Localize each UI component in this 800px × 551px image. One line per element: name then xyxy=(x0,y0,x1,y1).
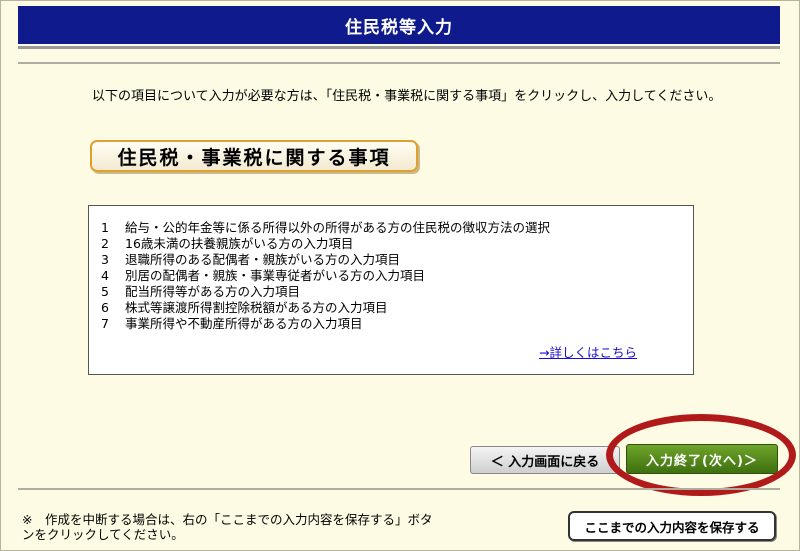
list-item-text: 配当所得等がある方の入力項目 xyxy=(125,284,301,299)
intro-text: 以下の項目について入力が必要な方は、「住民税・事業税に関する事項」をクリックし、… xyxy=(92,89,722,104)
list-item-text: 退職所得のある配偶者・親族がいる方の入力項目 xyxy=(125,252,401,267)
list-item-number: 2 xyxy=(101,236,109,251)
list-item: 6 株式等譲渡所得割控除税額がある方の入力項目 xyxy=(101,300,693,316)
page-title: 住民税等入力 xyxy=(345,17,453,38)
list-item-number: 5 xyxy=(101,284,109,299)
list-item-text: 16歳未満の扶養親族がいる方の入力項目 xyxy=(125,236,354,251)
resident-tax-section-label: 住民税・事業税に関する事項 xyxy=(117,146,391,169)
title-underline xyxy=(18,46,780,49)
list-item-text: 事業所得や不動産所得がある方の入力項目 xyxy=(125,316,363,331)
list-item: 3 退職所得のある配偶者・親族がいる方の入力項目 xyxy=(101,252,693,268)
info-item-list: 1 給与・公的年金等に係る所得以外の所得がある方の住民税の徴収方法の選択 2 16歳… xyxy=(101,220,693,332)
save-progress-label: ここまでの入力内容を保存する xyxy=(584,519,760,535)
info-box: 1 給与・公的年金等に係る所得以外の所得がある方の住民税の徴収方法の選択 2 16歳… xyxy=(88,205,694,375)
list-item-text: 株式等譲渡所得割控除税額がある方の入力項目 xyxy=(125,300,388,315)
list-item: 7 事業所得や不動産所得がある方の入力項目 xyxy=(101,316,693,332)
list-item-number: 7 xyxy=(101,316,109,331)
back-to-input-button[interactable]: ＜ 入力画面に戻る xyxy=(470,446,620,474)
page-title-bar: 住民税等入力 xyxy=(18,6,780,44)
list-item-text: 給与・公的年金等に係る所得以外の所得がある方の住民税の徴収方法の選択 xyxy=(125,220,551,235)
top-divider xyxy=(18,62,780,64)
list-item-number: 3 xyxy=(101,252,109,267)
save-progress-button[interactable]: ここまでの入力内容を保存する xyxy=(568,511,776,541)
list-item-text: 別居の配偶者・親族・事業専従者がいる方の入力項目 xyxy=(125,268,426,283)
list-item-number: 4 xyxy=(101,268,109,283)
back-to-input-label: ＜ 入力画面に戻る xyxy=(490,454,600,470)
list-item: 1 給与・公的年金等に係る所得以外の所得がある方の住民税の徴収方法の選択 xyxy=(101,220,693,236)
finish-input-next-label: 入力終了(次へ)＞ xyxy=(646,453,758,469)
list-item: 2 16歳未満の扶養親族がいる方の入力項目 xyxy=(101,236,693,252)
save-note-text: ※ 作成を中断する場合は、右の「ここまでの入力内容を保存する」ボタンをクリックし… xyxy=(22,512,433,542)
list-item-number: 1 xyxy=(101,220,109,235)
finish-input-next-button[interactable]: 入力終了(次へ)＞ xyxy=(626,444,778,474)
bottom-divider xyxy=(18,488,780,490)
list-item: 5 配当所得等がある方の入力項目 xyxy=(101,284,693,300)
list-item: 4 別居の配偶者・親族・事業専従者がいる方の入力項目 xyxy=(101,268,693,284)
list-item-number: 6 xyxy=(101,300,109,315)
resident-tax-section-button[interactable]: 住民税・事業税に関する事項 xyxy=(90,140,418,172)
details-link[interactable]: →詳しくはこちら xyxy=(539,342,637,361)
